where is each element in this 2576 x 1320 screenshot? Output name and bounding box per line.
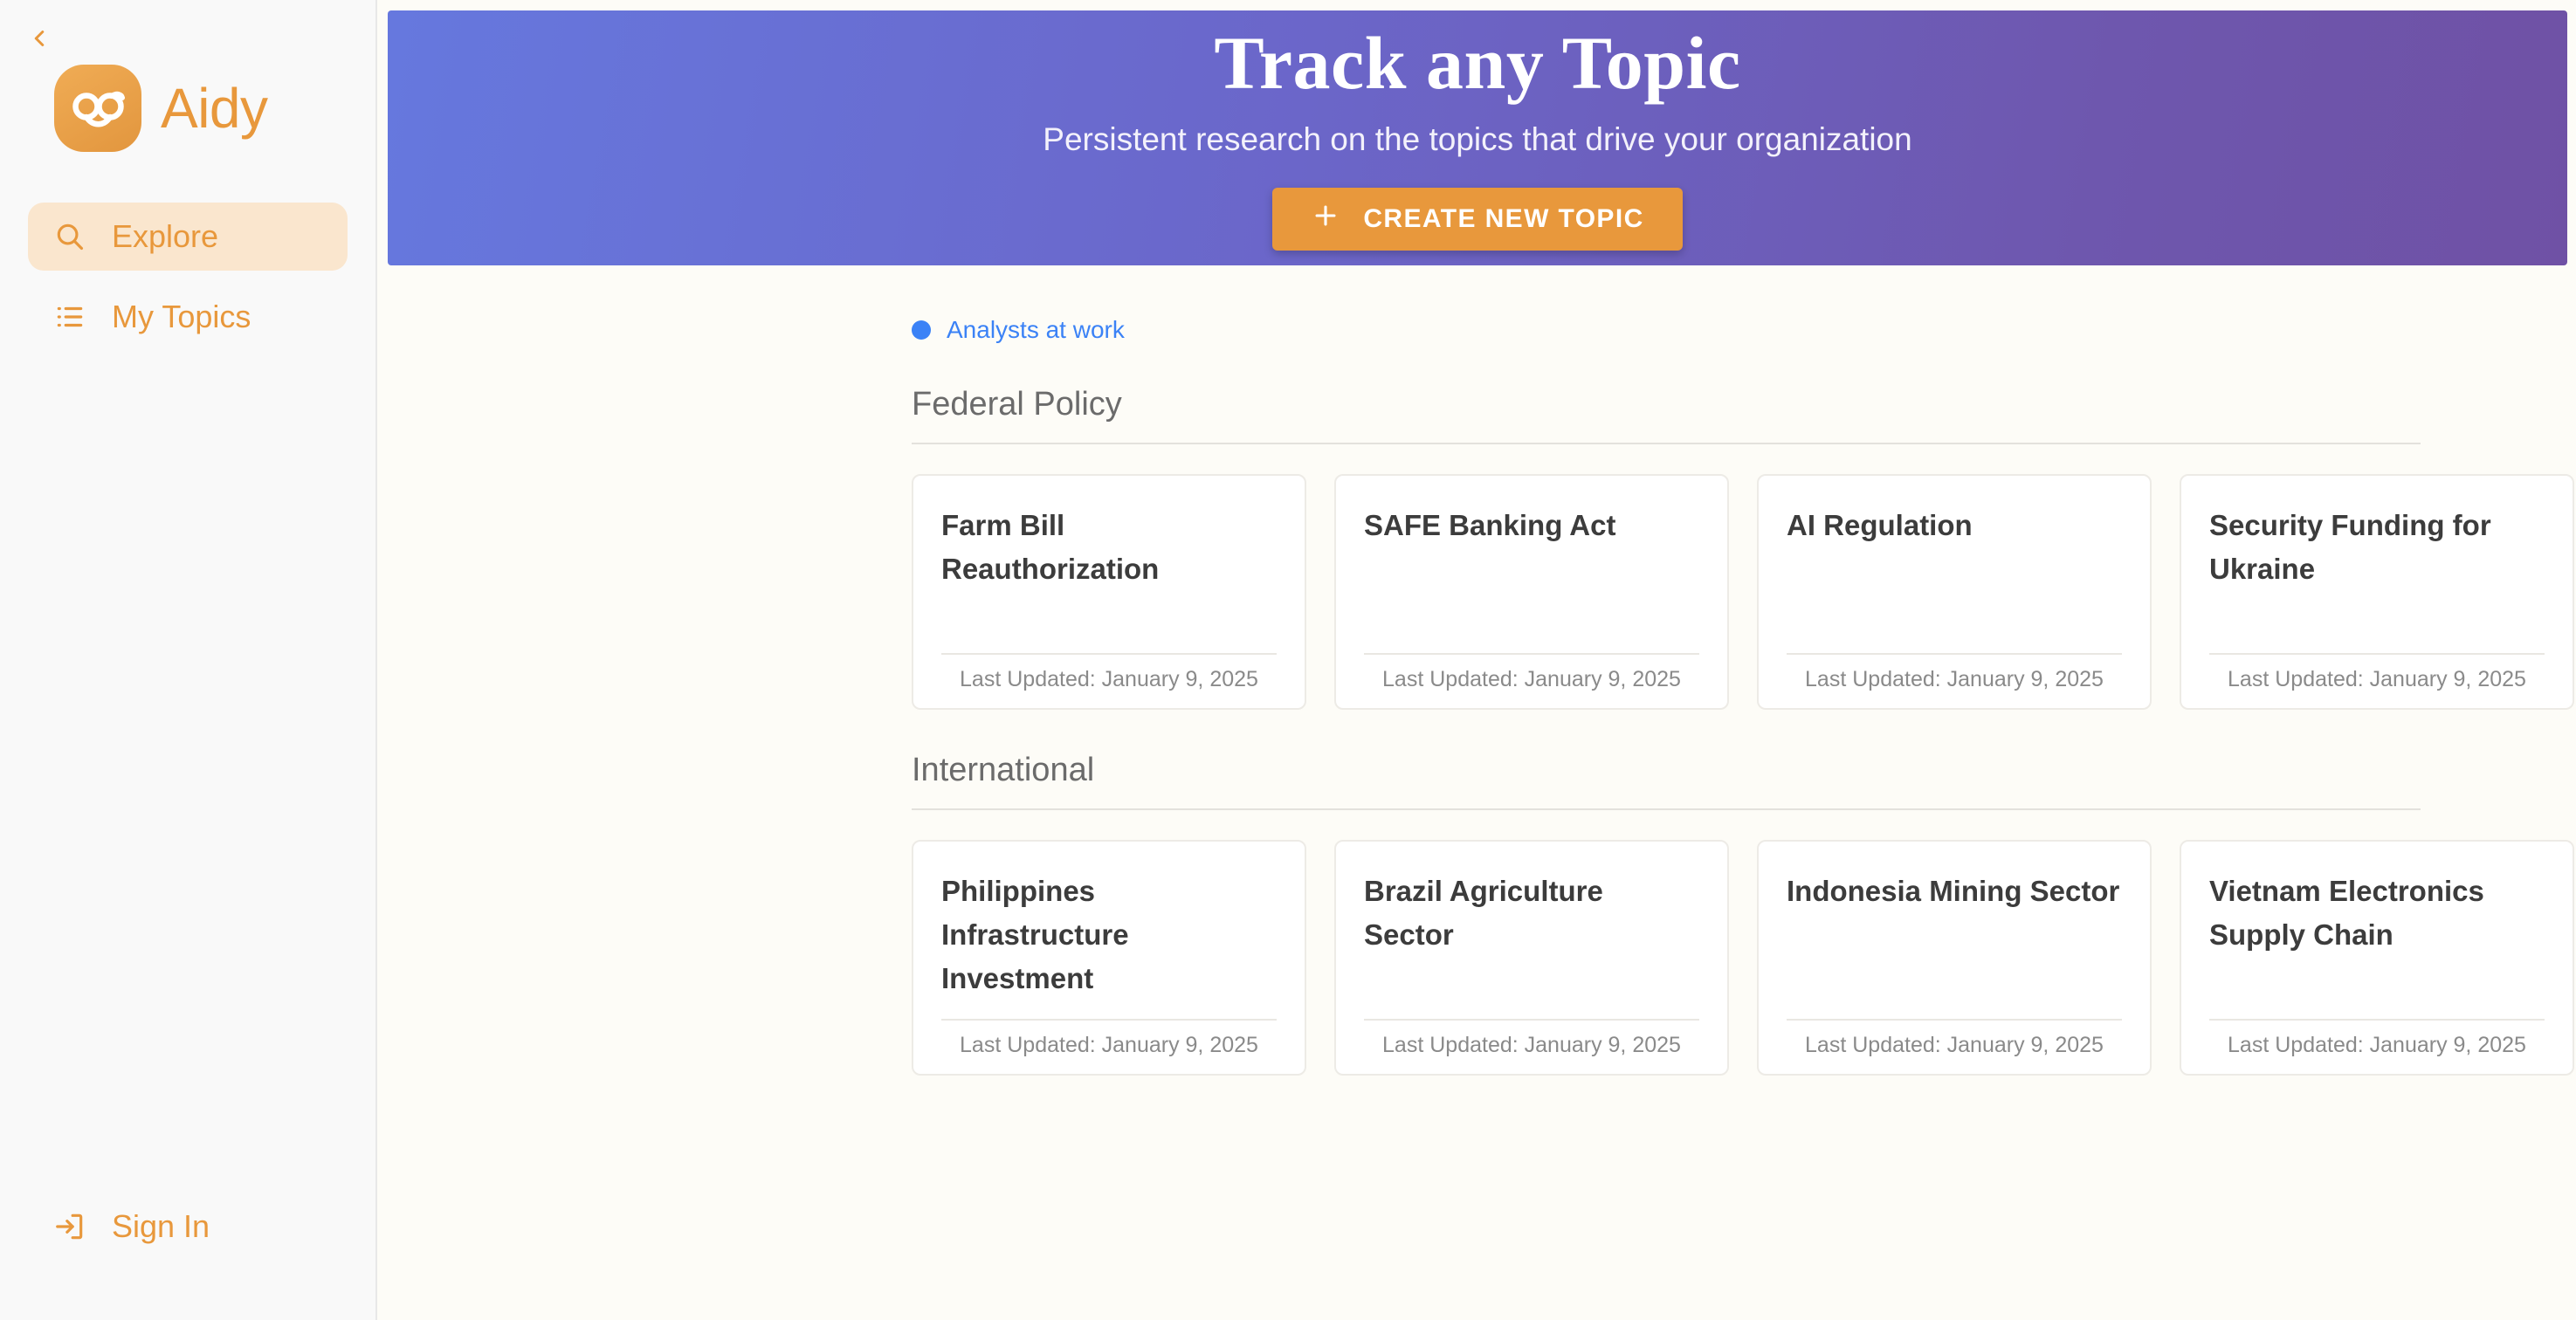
section-divider xyxy=(912,443,2421,444)
topic-card-title: Philippines Infrastructure Investment xyxy=(941,875,1129,995)
topic-card-updated: Last Updated: January 9, 2025 xyxy=(2209,1019,2545,1074)
status-label: Analysts at work xyxy=(947,316,1125,343)
status-badge: Analysts at work xyxy=(912,316,2576,344)
topic-card[interactable]: AI Regulation Last Updated: January 9, 2… xyxy=(1757,474,2152,710)
sidebar-item-my-topics-label: My Topics xyxy=(112,299,251,334)
sidebar-item-explore-label: Explore xyxy=(112,218,219,254)
search-icon xyxy=(52,219,87,254)
topics-content: Analysts at work Federal Policy Farm Bil… xyxy=(377,316,2576,1076)
topic-card-updated: Last Updated: January 9, 2025 xyxy=(2209,653,2545,708)
brand-name: Aidy xyxy=(161,77,268,140)
topic-card-title: Security Funding for Ukraine xyxy=(2209,509,2491,586)
section-title-international: International xyxy=(912,752,1095,788)
sidebar: Aidy Explore My Topics Sign In xyxy=(0,0,377,1320)
topic-card[interactable]: Brazil Agriculture Sector Last Updated: … xyxy=(1334,840,1729,1076)
topic-card-title: Brazil Agriculture Sector xyxy=(1364,875,1603,952)
plus-icon xyxy=(1311,201,1340,237)
status-dot-icon xyxy=(912,320,931,340)
sidebar-nav: Explore My Topics xyxy=(0,203,375,351)
list-icon xyxy=(52,299,87,334)
topic-card[interactable]: Vietnam Electronics Supply Chain Last Up… xyxy=(2180,840,2574,1076)
topic-card-updated: Last Updated: January 9, 2025 xyxy=(1364,653,1699,708)
topic-card[interactable]: Security Funding for Ukraine Last Update… xyxy=(2180,474,2574,710)
topic-card[interactable]: Philippines Infrastructure Investment La… xyxy=(912,840,1306,1076)
topic-card-updated: Last Updated: January 9, 2025 xyxy=(1364,1019,1699,1074)
topic-card-title: Farm Bill Reauthorization xyxy=(941,509,1160,586)
sidebar-collapse-button[interactable] xyxy=(19,19,59,59)
create-new-topic-label: CREATE NEW TOPIC xyxy=(1363,204,1644,233)
sidebar-item-explore[interactable]: Explore xyxy=(28,203,348,271)
topic-card-row-federal-policy: Farm Bill Reauthorization Last Updated: … xyxy=(912,474,2576,710)
login-icon xyxy=(52,1209,87,1244)
topic-card-title: Indonesia Mining Sector xyxy=(1787,875,2120,907)
hero-subtitle: Persistent research on the topics that d… xyxy=(1043,121,1912,157)
sign-in-label: Sign In xyxy=(112,1208,210,1244)
section-title-federal-policy: Federal Policy xyxy=(912,386,1122,423)
topic-card-title: Vietnam Electronics Supply Chain xyxy=(2209,875,2484,952)
page-title: Track any Topic xyxy=(1214,21,1741,105)
hero-banner: Track any Topic Persistent research on t… xyxy=(388,10,2567,265)
topic-card[interactable]: SAFE Banking Act Last Updated: January 9… xyxy=(1334,474,1729,710)
topic-card-updated: Last Updated: January 9, 2025 xyxy=(941,1019,1277,1074)
topic-card-title: AI Regulation xyxy=(1787,509,1973,541)
section-divider xyxy=(912,808,2421,810)
brand[interactable]: Aidy xyxy=(54,65,375,152)
topic-card-row-international: Philippines Infrastructure Investment La… xyxy=(912,840,2576,1076)
topic-card-updated: Last Updated: January 9, 2025 xyxy=(1787,1019,2122,1074)
sidebar-item-my-topics[interactable]: My Topics xyxy=(28,283,348,351)
topic-card-title: SAFE Banking Act xyxy=(1364,509,1616,541)
app-root: Aidy Explore My Topics Sign In Track any… xyxy=(0,0,2576,1320)
chevron-left-icon xyxy=(26,25,52,54)
topic-card[interactable]: Farm Bill Reauthorization Last Updated: … xyxy=(912,474,1306,710)
topic-card-updated: Last Updated: January 9, 2025 xyxy=(1787,653,2122,708)
topic-card[interactable]: Indonesia Mining Sector Last Updated: Ja… xyxy=(1757,840,2152,1076)
create-new-topic-button[interactable]: CREATE NEW TOPIC xyxy=(1272,188,1683,251)
aidy-owl-logo-icon xyxy=(54,65,141,152)
sign-in-button[interactable]: Sign In xyxy=(0,1208,375,1245)
main-content: Track any Topic Persistent research on t… xyxy=(377,0,2576,1320)
topic-card-updated: Last Updated: January 9, 2025 xyxy=(941,653,1277,708)
